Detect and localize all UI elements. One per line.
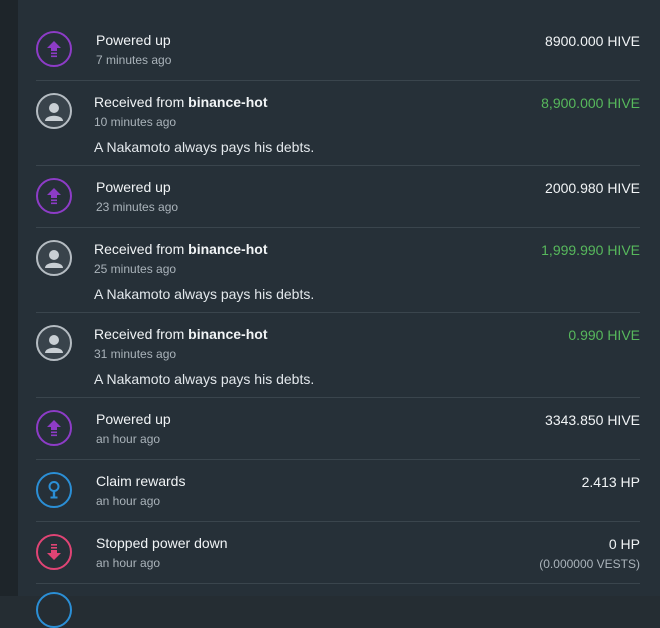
power-up-icon (36, 31, 72, 67)
transaction-row[interactable]: Received from binance-hot 25 minutes ago… (36, 228, 640, 313)
transaction-title: Received from binance-hot (94, 94, 268, 110)
transaction-sub-amount: (0.000000 VESTS) (539, 557, 640, 571)
transaction-row[interactable]: Powered up 7 minutes ago 8900.000 HIVE (36, 19, 640, 81)
sender-account-link[interactable]: binance-hot (188, 241, 267, 257)
user-avatar-icon[interactable] (36, 93, 72, 129)
transaction-time: 31 minutes ago (94, 347, 177, 361)
transaction-amount: 8,900.000 HIVE (541, 95, 640, 111)
user-avatar-icon[interactable] (36, 325, 72, 361)
stop-power-down-icon (36, 534, 72, 570)
left-sidebar-strip (0, 0, 18, 596)
transaction-title: Received from binance-hot (94, 326, 268, 342)
sender-account-link[interactable]: binance-hot (188, 326, 267, 342)
power-up-icon (36, 178, 72, 214)
transaction-row[interactable]: Powered up 23 minutes ago 2000.980 HIVE (36, 166, 640, 228)
transaction-memo: A Nakamoto always pays his debts. (94, 371, 315, 387)
transaction-row[interactable]: Claim rewards an hour ago 2.413 HP (36, 460, 640, 522)
transaction-amount: 1,999.990 HIVE (541, 242, 640, 258)
transaction-time: an hour ago (96, 432, 161, 446)
transaction-memo: A Nakamoto always pays his debts. (94, 139, 315, 155)
transaction-row[interactable]: Stopped power down an hour ago 0 HP (0.0… (36, 522, 640, 584)
power-up-icon (36, 410, 72, 446)
transaction-list: Powered up 7 minutes ago 8900.000 HIVE R… (36, 19, 640, 584)
sender-account-link[interactable]: binance-hot (188, 94, 267, 110)
user-avatar-icon[interactable] (36, 240, 72, 276)
transaction-title: Received from binance-hot (94, 241, 268, 257)
transaction-time: 7 minutes ago (96, 53, 172, 67)
transaction-amount: 0.990 HIVE (568, 327, 640, 343)
transaction-title: Claim rewards (96, 473, 186, 489)
transaction-amount: 2.413 HP (581, 474, 640, 490)
transaction-title: Stopped power down (96, 535, 228, 551)
transaction-row[interactable]: Received from binance-hot 31 minutes ago… (36, 313, 640, 398)
transaction-row[interactable]: Received from binance-hot 10 minutes ago… (36, 81, 640, 166)
transaction-row[interactable]: Powered up an hour ago 3343.850 HIVE (36, 398, 640, 460)
transaction-title: Powered up (96, 179, 171, 195)
transaction-time: an hour ago (96, 556, 161, 570)
transaction-memo: A Nakamoto always pays his debts. (94, 286, 315, 302)
transaction-amount: 8900.000 HIVE (545, 33, 640, 49)
claim-rewards-icon (36, 472, 72, 508)
transaction-title: Powered up (96, 32, 171, 48)
transaction-time: 25 minutes ago (94, 262, 177, 276)
transaction-title: Powered up (96, 411, 171, 427)
transaction-amount: 3343.850 HIVE (545, 412, 640, 428)
transaction-amount: 0 HP (608, 536, 640, 552)
next-transaction-icon (36, 592, 72, 628)
transaction-time: an hour ago (96, 494, 161, 508)
transaction-time: 10 minutes ago (94, 115, 177, 129)
transaction-time: 23 minutes ago (96, 200, 179, 214)
transaction-amount: 2000.980 HIVE (545, 180, 640, 196)
